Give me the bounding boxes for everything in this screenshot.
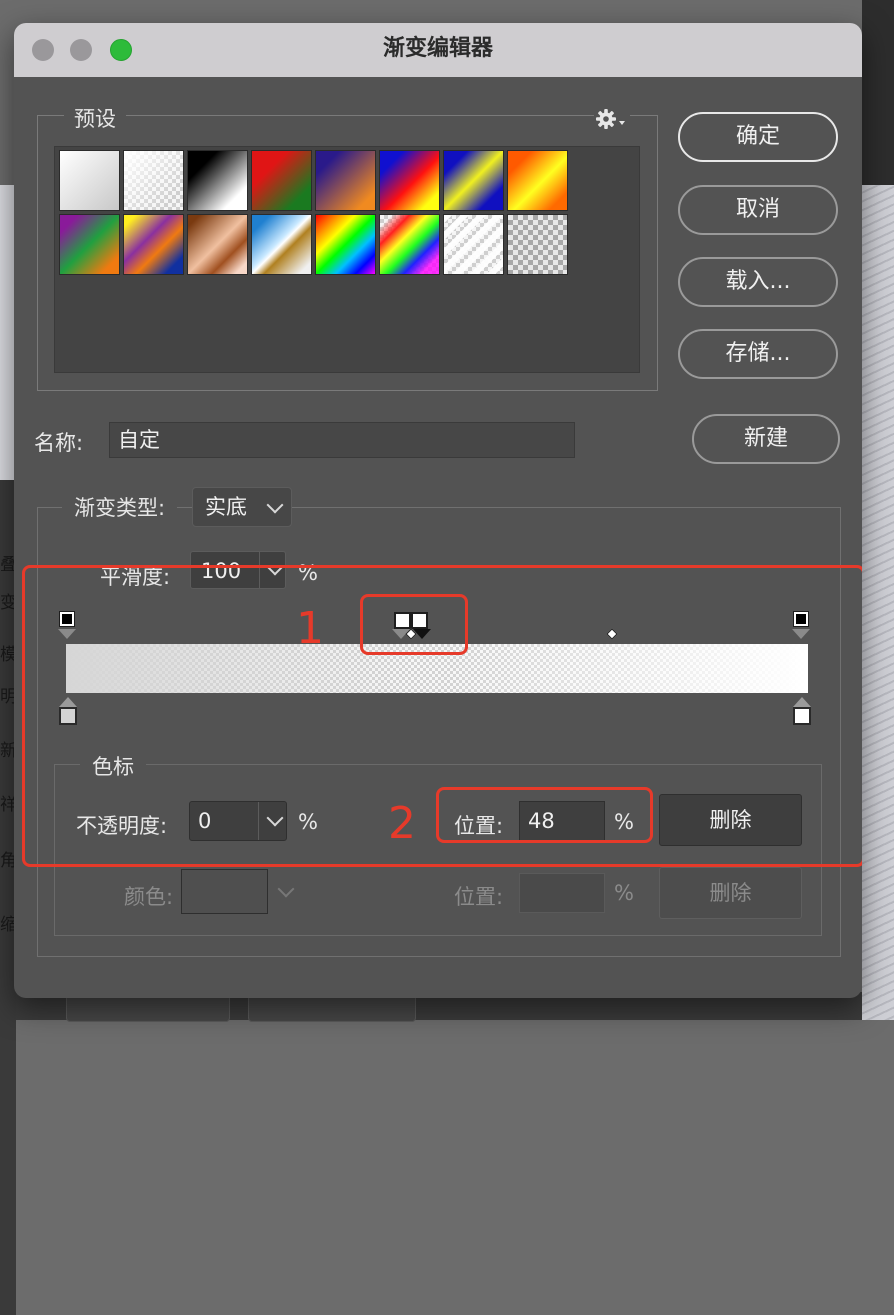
presets-label: 预设: [64, 103, 126, 133]
gradient-type-select[interactable]: 实底: [192, 487, 292, 527]
window-title: 渐变编辑器: [382, 36, 493, 61]
gear-icon: [596, 109, 625, 129]
background-panel-text: 叠: [0, 555, 14, 575]
background-app-canvas-right: [862, 185, 894, 1020]
name-input[interactable]: 自定: [109, 422, 575, 458]
preset-swatch-foreground-to-background[interactable]: [59, 150, 120, 211]
annotation-highlight-stop: [360, 594, 468, 655]
annotation-number-2: 2: [388, 798, 416, 849]
preset-swatch-spectrum[interactable]: [315, 214, 376, 275]
background-panel-text: 明: [0, 687, 14, 707]
preset-swatch-blue-red-yellow[interactable]: [379, 150, 440, 211]
background-panel-text: 新: [0, 741, 14, 761]
color-delete-button[interactable]: 删除: [659, 867, 802, 919]
preset-swatch-chrome[interactable]: [251, 214, 312, 275]
preset-swatch-neutral-density[interactable]: [507, 214, 568, 275]
name-label: 名称:: [34, 431, 84, 455]
color-location-label: 位置:: [454, 885, 504, 909]
save-button[interactable]: 存储...: [678, 329, 838, 379]
color-location-input[interactable]: [519, 873, 605, 913]
preset-swatch-transparent-rainbow[interactable]: [379, 214, 440, 275]
new-button[interactable]: 新建: [692, 414, 840, 464]
preset-swatch-orange-yellow-orange[interactable]: [507, 150, 568, 211]
color-swatch-field[interactable]: [181, 869, 268, 914]
preset-swatch-blue-yellow-blue[interactable]: [443, 150, 504, 211]
preset-swatch-transparent-stripes[interactable]: [443, 214, 504, 275]
preset-swatch-yellow-violet-orange-blue[interactable]: [123, 214, 184, 275]
color-location-unit: %: [614, 881, 634, 905]
annotation-highlight-location: [436, 787, 653, 843]
background-panel-text: 模: [0, 645, 14, 665]
background-app-area: [862, 0, 894, 185]
annotation-number-1: 1: [296, 603, 324, 654]
preset-swatch-red-green[interactable]: [251, 150, 312, 211]
gradient-editor-dialog: 渐变编辑器 预设 确定 取消 载入... 存储... 新建 名称: 自定 渐变类…: [14, 23, 862, 998]
background-panel-text: 变: [0, 593, 14, 613]
presets-swatch-grid: [54, 146, 640, 373]
gradient-type-value: 实底: [205, 495, 247, 519]
preset-swatch-copper[interactable]: [187, 214, 248, 275]
cancel-button[interactable]: 取消: [678, 185, 838, 235]
presets-gear-menu[interactable]: [594, 107, 630, 131]
background-panel-text: 缩: [0, 915, 14, 935]
ok-button[interactable]: 确定: [678, 112, 838, 162]
load-button[interactable]: 载入...: [678, 257, 838, 307]
preset-swatch-violet-orange[interactable]: [315, 150, 376, 211]
preset-swatch-foreground-to-transparent[interactable]: [123, 150, 184, 211]
gradient-type-label: 渐变类型:: [62, 492, 178, 522]
background-panel-text: 角: [0, 851, 14, 871]
preset-swatch-black-white[interactable]: [187, 150, 248, 211]
background-panel-text: 祥: [0, 795, 14, 815]
background-button: [248, 994, 416, 1022]
color-label: 颜色:: [124, 885, 174, 909]
chevron-down-icon: [266, 496, 284, 514]
background-button: [66, 994, 230, 1022]
preset-swatch-violet-green-orange[interactable]: [59, 214, 120, 275]
